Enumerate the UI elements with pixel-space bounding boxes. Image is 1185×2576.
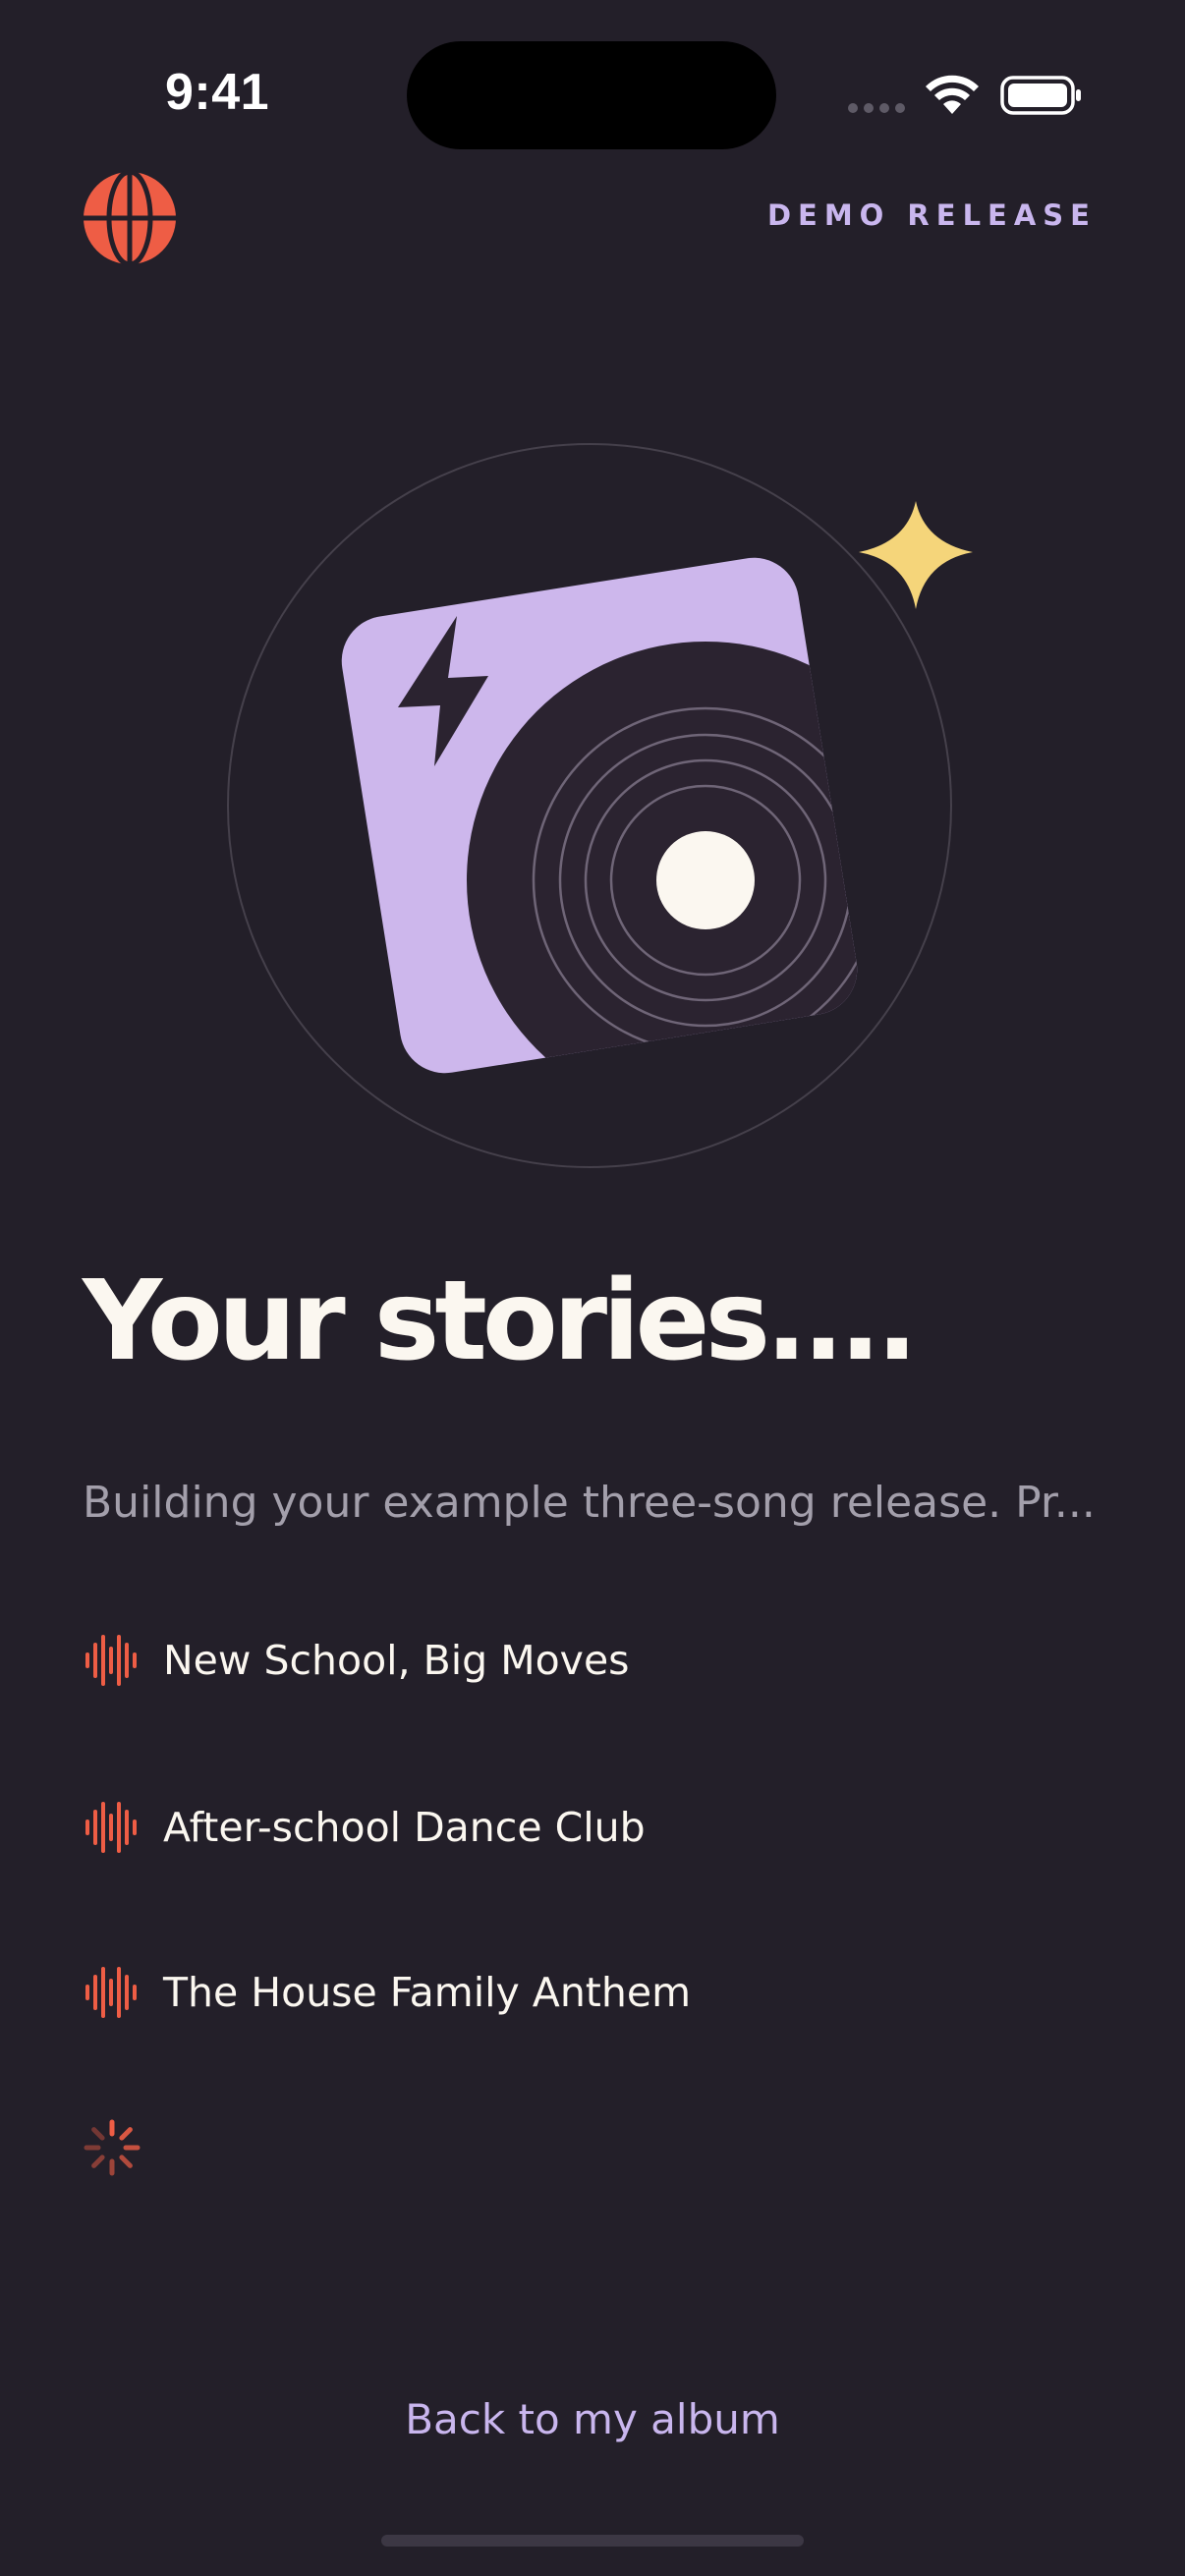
track-title: After-school Dance Club [163,1804,646,1851]
track-item[interactable]: After-school Dance Club [83,1788,1065,1867]
album-hero-illustration [227,443,973,1168]
status-time: 9:41 [165,64,270,121]
audio-waveform-icon [85,1967,137,2018]
track-title: New School, Big Moves [163,1637,630,1684]
globe-icon[interactable] [83,171,177,265]
cellular-signal-icon [848,103,907,117]
track-item[interactable]: The House Family Anthem [83,1953,1065,2032]
track-title: The House Family Anthem [163,1969,692,2016]
audio-waveform-icon [85,1635,137,1686]
wifi-icon [926,75,979,114]
back-to-album-link[interactable]: Back to my album [0,2395,1185,2443]
battery-icon [1000,76,1081,115]
status-bar: 9:41 [0,0,1185,196]
demo-release-badge: DEMO RELEASE [766,198,1097,232]
page-subtitle: Building your example three-song release… [83,1478,1096,1528]
track-item[interactable]: New School, Big Moves [83,1621,1065,1700]
loading-spinner-icon [84,2119,141,2176]
sparkle-icon [859,501,973,609]
page-title: Your stories.... [83,1258,918,1385]
audio-waveform-icon [85,1802,137,1853]
vinyl-record-icon [467,642,864,1080]
home-indicator[interactable] [381,2535,804,2547]
dynamic-island [407,41,776,149]
